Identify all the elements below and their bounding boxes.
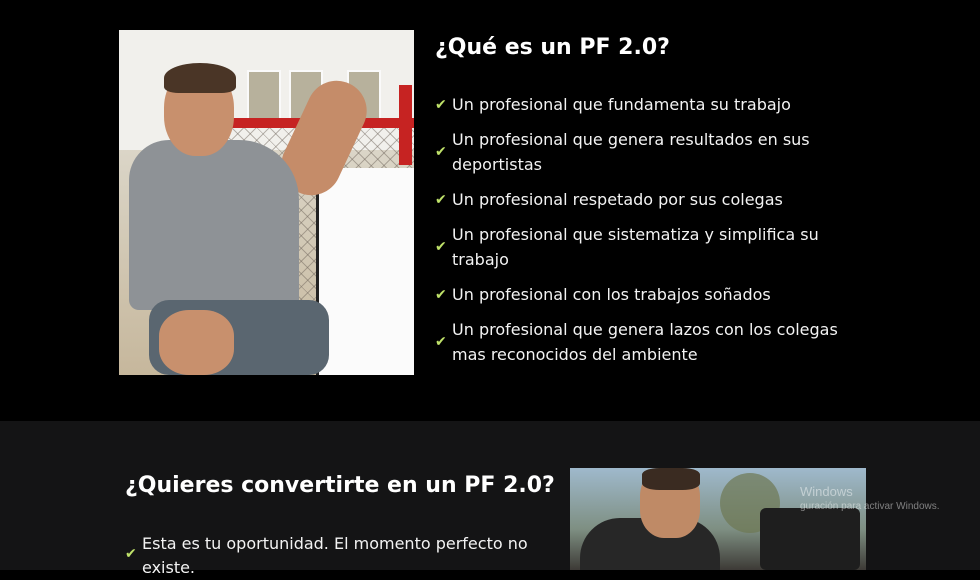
watermark-line: guración para activar Windows. bbox=[800, 501, 940, 512]
check-icon: ✔ bbox=[435, 239, 447, 255]
list-item-text: Un profesional que sistematiza y simplif… bbox=[452, 225, 819, 269]
section-title: ¿Quieres convertirte en un PF 2.0? bbox=[125, 473, 555, 498]
photo-gym-machine bbox=[760, 508, 860, 570]
check-icon: ✔ bbox=[125, 546, 137, 562]
photo-shirt bbox=[129, 140, 299, 310]
list-item: ✔ Un profesional que sistematiza y simpli… bbox=[435, 222, 875, 272]
check-icon: ✔ bbox=[435, 286, 447, 303]
photo-hair bbox=[164, 63, 236, 93]
check-icon: ✔ bbox=[435, 96, 447, 113]
list-item-text: Un profesional respetado por sus colegas bbox=[452, 190, 783, 209]
photo-window bbox=[247, 70, 281, 124]
coach-whiteboard-photo bbox=[119, 30, 414, 375]
benefits-list: ✔ Un profesional que fundamenta su trabaj… bbox=[435, 92, 875, 377]
photo-knee bbox=[159, 310, 234, 375]
list-item: ✔ Esta es tu oportunidad. El momento per… bbox=[125, 532, 555, 580]
watermark-line: Windows bbox=[800, 484, 853, 499]
list-item-text: Esta es tu oportunidad. El momento perfe… bbox=[142, 534, 528, 577]
windows-activation-watermark: Windows guración para activar Windows. bbox=[800, 484, 940, 514]
list-item: ✔ Un profesional que fundamenta su trabaj… bbox=[435, 92, 875, 117]
list-item: ✔ Un profesional que genera lazos con los… bbox=[435, 317, 875, 367]
check-icon: ✔ bbox=[435, 191, 447, 208]
photo-goal-post bbox=[399, 85, 412, 165]
section-title: ¿Qué es un PF 2.0? bbox=[435, 35, 670, 60]
list-item: ✔ Un profesional con los trabajos soñados bbox=[435, 282, 875, 307]
photo-hair bbox=[642, 468, 700, 490]
photo-whiteboard bbox=[316, 168, 414, 375]
list-item-text: Un profesional que fundamenta su trabajo bbox=[452, 95, 791, 114]
check-icon: ✔ bbox=[435, 334, 447, 350]
list-item: ✔ Un profesional respetado por sus colega… bbox=[435, 187, 875, 212]
list-item-text: Un profesional que genera resultados en … bbox=[452, 130, 810, 174]
check-icon: ✔ bbox=[435, 144, 447, 160]
list-item: ✔ Un profesional que genera resultados en… bbox=[435, 127, 875, 177]
list-item-text: Un profesional con los trabajos soñados bbox=[452, 285, 771, 304]
list-item-text: Un profesional que genera lazos con los … bbox=[452, 320, 838, 364]
